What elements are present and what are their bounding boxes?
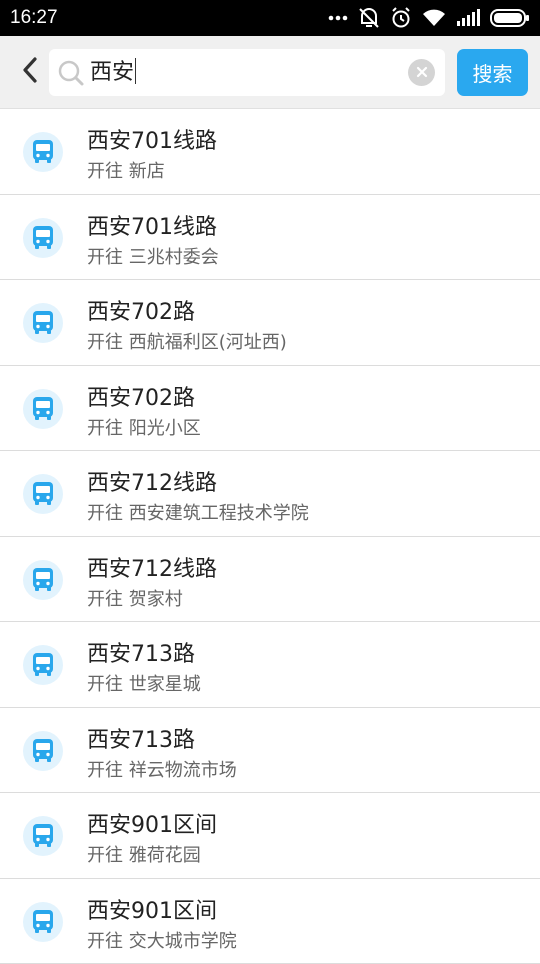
more-dots-icon [328, 15, 348, 21]
text-caret [135, 58, 136, 84]
destination-name: 贺家村 [129, 589, 183, 610]
search-bar: 西安 搜索 [0, 36, 540, 109]
clear-icon [416, 63, 428, 82]
bus-icon [23, 816, 63, 856]
status-time: 16:27 [10, 7, 58, 29]
search-icon [57, 59, 85, 91]
route-destination: 开往 贺家村 [87, 585, 183, 611]
route-destination: 开往 三兆村委会 [87, 243, 219, 269]
bus-icon [23, 303, 63, 343]
result-item[interactable]: 西安702路 开往 阳光小区 [0, 366, 540, 452]
route-name: 西安901区间 [87, 893, 217, 925]
result-list: 西安701线路 开往 新店 西安701线路 开往 三兆村委会 [0, 109, 540, 964]
result-item[interactable]: 西安712线路 开往 西安建筑工程技术学院 [0, 451, 540, 537]
direction-label: 开往 [87, 589, 123, 610]
search-button[interactable]: 搜索 [457, 49, 528, 96]
route-destination: 开往 阳光小区 [87, 414, 201, 440]
destination-name: 新店 [129, 161, 165, 182]
alarm-icon [390, 7, 412, 29]
route-name: 西安702路 [87, 380, 195, 412]
direction-label: 开往 [87, 931, 123, 952]
result-item[interactable]: 西安713路 开往 世家星城 [0, 622, 540, 708]
status-icons [328, 0, 530, 36]
bus-icon [23, 218, 63, 258]
bus-icon [23, 560, 63, 600]
destination-name: 交大城市学院 [129, 931, 237, 952]
destination-name: 西安建筑工程技术学院 [129, 503, 309, 524]
result-item[interactable]: 西安713路 开往 祥云物流市场 [0, 708, 540, 794]
direction-label: 开往 [87, 503, 123, 524]
bus-icon [23, 389, 63, 429]
bus-icon [23, 645, 63, 685]
destination-name: 阳光小区 [129, 418, 201, 439]
route-destination: 开往 雅荷花园 [87, 841, 201, 867]
direction-label: 开往 [87, 247, 123, 268]
status-bar: 16:27 [0, 0, 540, 36]
wifi-icon [422, 9, 446, 27]
destination-name: 三兆村委会 [129, 247, 219, 268]
bus-icon [23, 902, 63, 942]
clear-button[interactable] [408, 59, 435, 86]
route-destination: 开往 西安建筑工程技术学院 [87, 499, 309, 525]
result-item[interactable]: 西安701线路 开往 新店 [0, 109, 540, 195]
route-name: 西安901区间 [87, 807, 217, 839]
direction-label: 开往 [87, 161, 123, 182]
bus-icon [23, 474, 63, 514]
vibrate-off-icon [358, 7, 380, 29]
destination-name: 雅荷花园 [129, 845, 201, 866]
destination-name: 世家星城 [129, 674, 201, 695]
result-item[interactable]: 西安701线路 开往 三兆村委会 [0, 195, 540, 281]
back-button[interactable] [14, 54, 46, 90]
result-item[interactable]: 西安901区间 开往 雅荷花园 [0, 793, 540, 879]
search-query-text: 西安 [90, 60, 134, 85]
route-name: 西安713路 [87, 636, 195, 668]
route-name: 西安712线路 [87, 551, 217, 583]
signal-icon [456, 9, 480, 27]
direction-label: 开往 [87, 674, 123, 695]
result-item[interactable]: 西安901区间 开往 交大城市学院 [0, 879, 540, 964]
route-name: 西安702路 [87, 294, 195, 326]
route-destination: 开往 新店 [87, 157, 165, 183]
destination-name: 西航福利区(河址西) [129, 332, 287, 353]
route-destination: 开往 世家星城 [87, 670, 201, 696]
route-name: 西安713路 [87, 722, 195, 754]
search-query: 西安 [90, 49, 136, 96]
route-destination: 开往 交大城市学院 [87, 927, 237, 953]
bus-icon [23, 132, 63, 172]
destination-name: 祥云物流市场 [129, 760, 237, 781]
route-name: 西安712线路 [87, 465, 217, 497]
direction-label: 开往 [87, 418, 123, 439]
route-destination: 开往 西航福利区(河址西) [87, 328, 287, 354]
route-name: 西安701线路 [87, 123, 217, 155]
direction-label: 开往 [87, 845, 123, 866]
direction-label: 开往 [87, 332, 123, 353]
result-item[interactable]: 西安702路 开往 西航福利区(河址西) [0, 280, 540, 366]
route-destination: 开往 祥云物流市场 [87, 756, 237, 782]
battery-icon [490, 9, 530, 27]
bus-icon [23, 731, 63, 771]
route-name: 西安701线路 [87, 209, 217, 241]
direction-label: 开往 [87, 760, 123, 781]
back-arrow-icon [22, 57, 38, 87]
result-item[interactable]: 西安712线路 开往 贺家村 [0, 537, 540, 623]
search-input[interactable]: 西安 [49, 49, 445, 96]
